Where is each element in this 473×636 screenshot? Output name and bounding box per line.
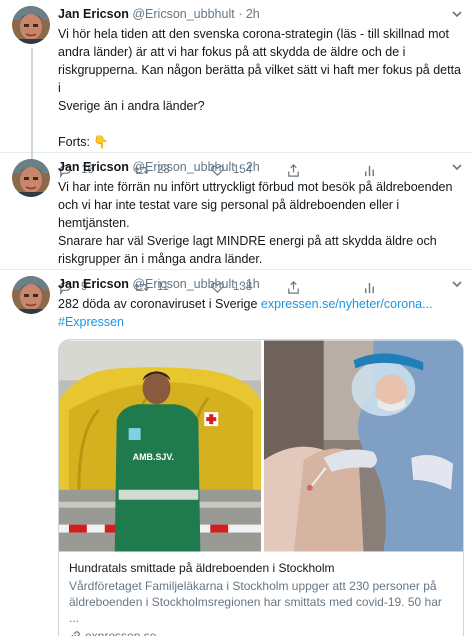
card-domain: expressen.se [69, 628, 453, 636]
tweet-line: andra länder) är att vi har fokus på att… [58, 45, 406, 59]
card-image-paramedic: AMB.SJV. [59, 340, 261, 552]
thread-line [31, 48, 33, 153]
timestamp[interactable]: 2h [246, 160, 260, 174]
tweet-line: Forts: 👇 [58, 135, 109, 149]
separator-dot: · [238, 7, 243, 21]
vest-text: AMB.SJV. [133, 452, 174, 462]
tweet[interactable]: Jan Ericson @Ericson_ubbhult · 2h Vi har… [0, 153, 473, 295]
card-domain-text: expressen.se [85, 629, 157, 636]
separator-dot: · [238, 277, 243, 291]
tweet-text: 282 döda av coronaviruset i Sverige expr… [58, 295, 461, 331]
tweet-line: Sverige än i andra länder? [58, 99, 205, 113]
avatar[interactable] [12, 6, 50, 44]
display-name[interactable]: Jan Ericson [58, 160, 129, 174]
card-text: Hundratals smittade på äldreboenden i St… [59, 552, 463, 636]
user-handle[interactable]: @Ericson_ubbhult [132, 7, 234, 21]
tweet-line: och vi har inte testat vare sig personal… [58, 198, 400, 230]
timestamp[interactable]: 1h [246, 277, 260, 291]
tweet-line: riskgrupper än i många andra länder. [58, 252, 263, 266]
tweet[interactable]: Jan Ericson @Ericson_ubbhult · 2h Vi hör… [0, 0, 473, 178]
tweet-text: Vi hör hela tiden att den svenska corona… [58, 25, 461, 151]
card-images: AMB.SJV. [59, 340, 463, 552]
timestamp[interactable]: 2h [246, 7, 260, 21]
avatar[interactable] [12, 276, 50, 314]
chevron-down-icon[interactable] [451, 278, 463, 290]
timeline: Jan Ericson @Ericson_ubbhult · 2h Vi hör… [0, 0, 473, 636]
link-card[interactable]: AMB.SJV. Hundratals smittade på äldreboe… [58, 339, 464, 636]
display-name[interactable]: Jan Ericson [58, 7, 129, 21]
separator-dot: · [238, 160, 243, 174]
chevron-down-icon[interactable] [451, 161, 463, 173]
card-description-line: äldreboenden i Stockholmsregionen har sm… [69, 595, 442, 625]
link-icon [71, 631, 80, 636]
tweet[interactable]: Jan Ericson @Ericson_ubbhult · 1h 282 dö… [0, 270, 473, 636]
tweet-line: Snarare har väl Sverige lagt MINDRE ener… [58, 234, 437, 248]
tweet-line: Vi har inte förrän nu infört uttryckligt… [58, 180, 453, 194]
card-description: Vårdföretaget Familjeläkarna i Stockholm… [69, 578, 453, 626]
display-name[interactable]: Jan Ericson [58, 277, 129, 291]
hashtag-link[interactable]: #Expressen [58, 315, 124, 329]
card-title[interactable]: Hundratals smittade på äldreboenden i St… [69, 560, 453, 576]
user-handle[interactable]: @Ericson_ubbhult [132, 160, 234, 174]
avatar[interactable] [12, 159, 50, 197]
chevron-down-icon[interactable] [451, 8, 463, 20]
tweet-line: riskgrupperna. Kan någon berätta på vilk… [58, 63, 462, 95]
tweet-text: Vi har inte förrän nu infört uttryckligt… [58, 178, 461, 268]
tweet-header: Jan Ericson @Ericson_ubbhult · 2h [58, 159, 461, 176]
user-handle[interactable]: @Ericson_ubbhult [132, 277, 234, 291]
card-image-healthworker [263, 340, 463, 552]
tweet-header: Jan Ericson @Ericson_ubbhult · 2h [58, 6, 461, 23]
tweet-header: Jan Ericson @Ericson_ubbhult · 1h [58, 276, 461, 293]
article-link[interactable]: expressen.se/nyheter/corona... [261, 297, 433, 311]
tweet-line: 282 döda av coronaviruset i Sverige [58, 297, 258, 311]
card-description-line: Vårdföretaget Familjeläkarna i Stockholm… [69, 579, 437, 593]
tweet-line: Vi hör hela tiden att den svenska corona… [58, 27, 449, 41]
